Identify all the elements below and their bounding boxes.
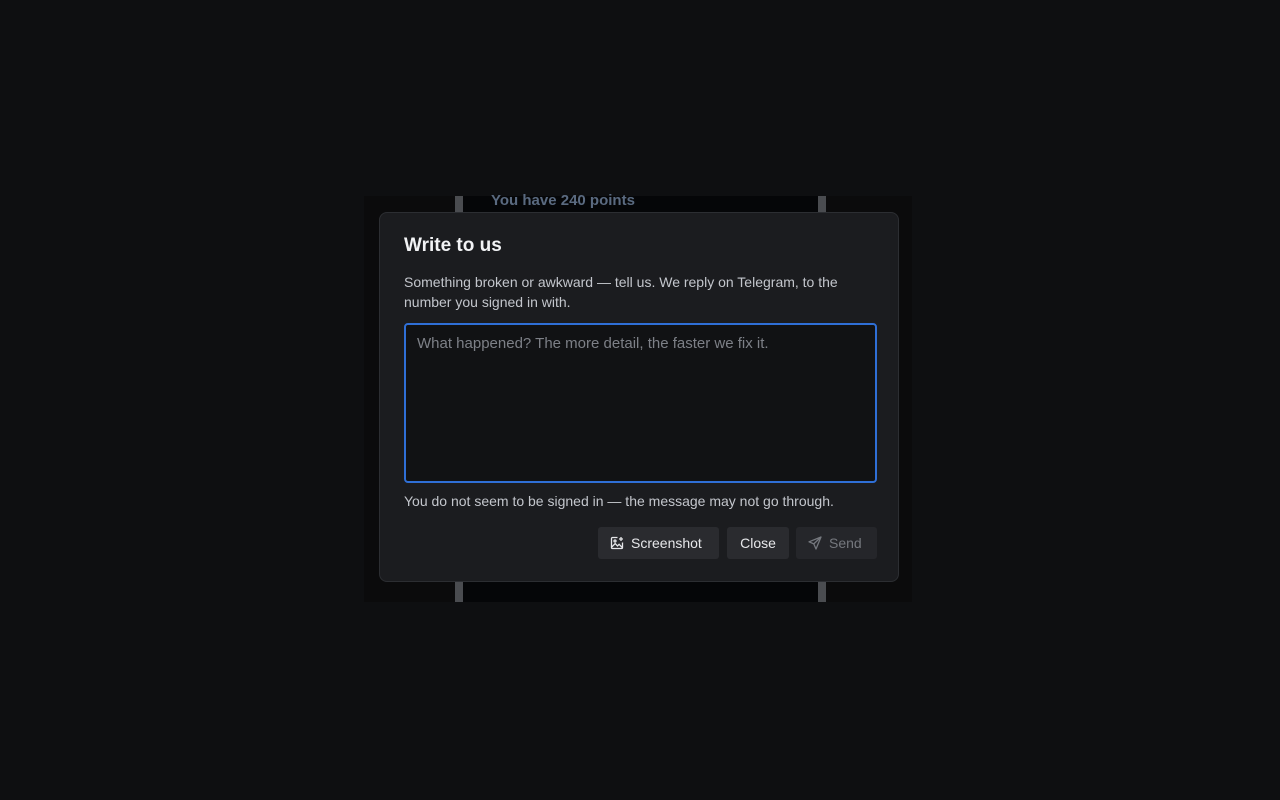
- close-button-label: Close: [740, 535, 776, 551]
- send-button[interactable]: Send: [796, 527, 877, 559]
- close-button[interactable]: Close: [727, 527, 789, 559]
- dialog-title: Write to us: [404, 235, 502, 256]
- feedback-dialog: Write to us Something broken or awkward …: [379, 212, 899, 582]
- screenshot-button[interactable]: Screenshot: [598, 527, 719, 559]
- image-plus-icon: [610, 536, 624, 550]
- send-icon: [808, 536, 822, 550]
- screenshot-button-label: Screenshot: [631, 535, 702, 551]
- dialog-description: Something broken or awkward — tell us. W…: [404, 274, 838, 310]
- points-balance-text: You have 240 points: [491, 192, 635, 209]
- message-input[interactable]: [404, 323, 877, 483]
- send-button-label: Send: [829, 535, 862, 551]
- signin-warning: You do not seem to be signed in — the me…: [404, 493, 834, 509]
